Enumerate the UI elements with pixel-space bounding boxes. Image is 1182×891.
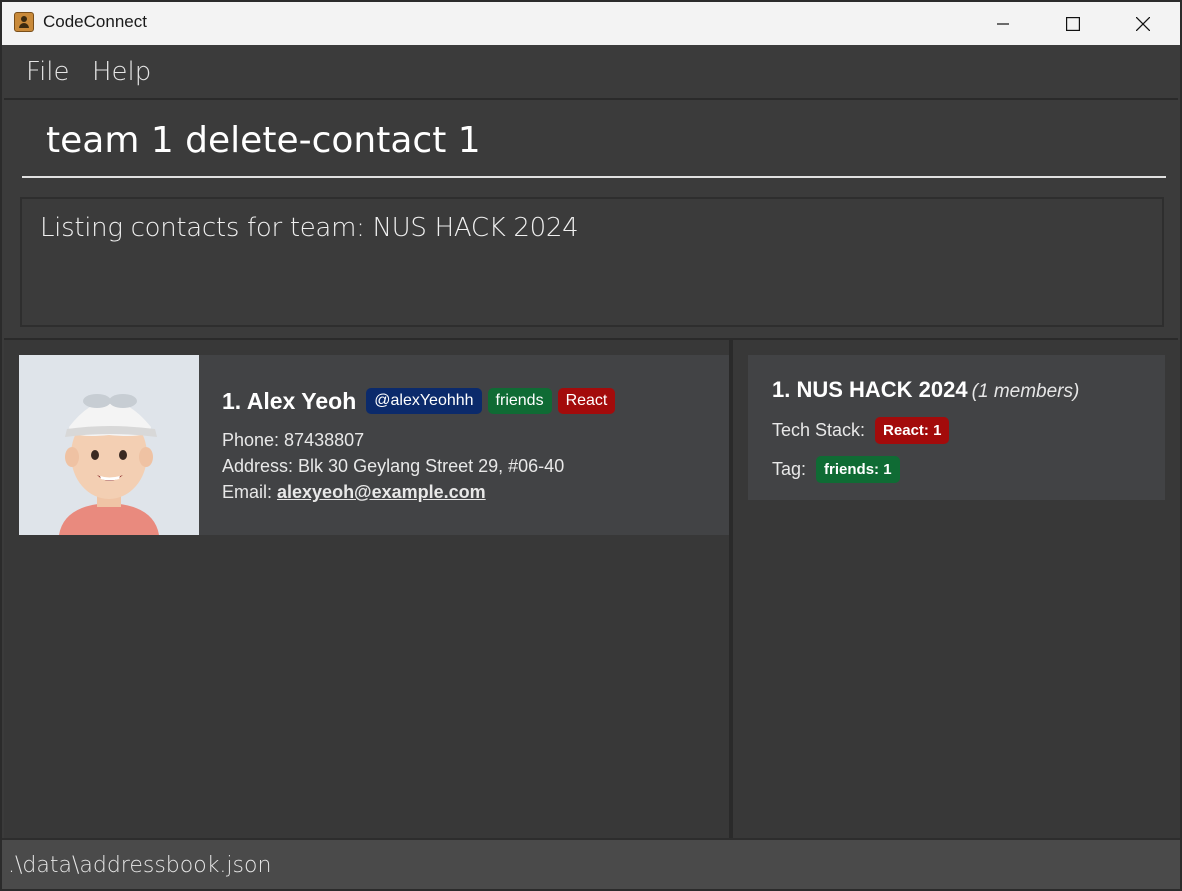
menu-bar: File Help — [2, 45, 1180, 98]
team-member-count: (1 members) — [971, 381, 1080, 402]
avatar-image — [19, 355, 199, 535]
status-bar: .\data\addressbook.json — [2, 838, 1180, 889]
tech-stack-label: Tech Stack: — [772, 420, 866, 440]
contact-phone: Phone: 87438807 — [222, 430, 365, 450]
minimize-icon — [997, 22, 1009, 25]
maximize-button[interactable] — [1050, 2, 1096, 45]
menu-file[interactable]: File — [26, 57, 70, 87]
command-box — [4, 98, 1178, 190]
result-box[interactable]: Listing contacts for team: NUS HACK 2024 — [20, 197, 1164, 327]
save-location-path: .\data\addressbook.json — [8, 853, 272, 878]
result-display: Listing contacts for team: NUS HACK 2024 — [4, 188, 1178, 340]
team-name: 1. NUS HACK 2024 — [772, 377, 968, 402]
contact-email-link[interactable]: alexyeoh@example.com — [277, 482, 486, 502]
tag-label: Tag: — [772, 459, 807, 479]
maximize-icon — [1066, 16, 1080, 31]
minimize-button[interactable] — [980, 2, 1026, 45]
tag-friends: friends — [487, 388, 552, 414]
title-bar[interactable]: CodeConnect — [2, 2, 1180, 45]
address-book-icon — [14, 12, 34, 32]
contact-list-panel[interactable]: 1. Alex Yeoh @alexYeohhh friends React P… — [4, 340, 729, 838]
team-list-panel[interactable]: 1. NUS HACK 2024 (1 members) Tech Stack: … — [733, 340, 1180, 838]
contact-email-row: Email: alexyeoh@example.com — [222, 481, 621, 503]
contact-name-row: 1. Alex Yeoh @alexYeohhh friends React — [222, 385, 621, 417]
menu-help[interactable]: Help — [92, 57, 151, 87]
contact-info: 1. Alex Yeoh @alexYeohhh friends React P… — [222, 385, 621, 503]
window-title: CodeConnect — [43, 12, 147, 31]
tech-stack-chip: React: 1 — [875, 417, 950, 444]
avatar — [19, 355, 199, 535]
team-tech-stack-row: Tech Stack: React: 1 — [772, 417, 950, 444]
contact-email-label: Email: — [222, 482, 278, 502]
tag-telegram: @alexYeohhh — [366, 388, 482, 414]
close-button[interactable] — [1120, 2, 1166, 45]
contact-card[interactable]: 1. Alex Yeoh @alexYeohhh friends React P… — [19, 355, 729, 535]
contact-name: 1. Alex Yeoh — [222, 387, 357, 414]
result-message: Listing contacts for team: NUS HACK 2024 — [40, 213, 579, 243]
contact-address: Address: Blk 30 Geylang Street 29, #06-4… — [222, 456, 565, 476]
team-card[interactable]: 1. NUS HACK 2024 (1 members) Tech Stack: … — [748, 355, 1165, 500]
team-title-row: 1. NUS HACK 2024 (1 members) — [772, 377, 1079, 403]
tag-react: React — [557, 388, 616, 414]
close-icon — [1136, 16, 1150, 31]
tag-chip: friends: 1 — [816, 456, 900, 483]
team-tag-row: Tag: friends: 1 — [772, 456, 900, 483]
command-input[interactable] — [22, 104, 1166, 178]
app-window: CodeConnect File Help Listing contacts f… — [2, 2, 1180, 889]
